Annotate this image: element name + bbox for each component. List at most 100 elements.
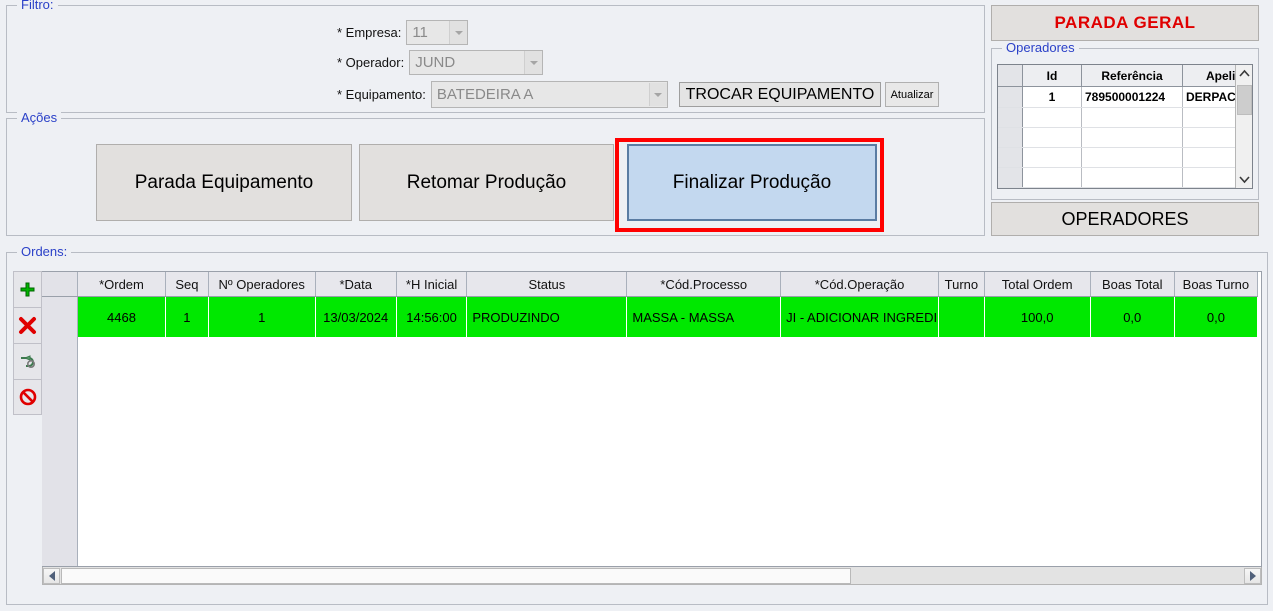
operadores-legend: Operadores: [1002, 41, 1079, 55]
operadores-blank-cell: [1022, 107, 1082, 128]
equipamento-field-row: * Equipamento: BATEDEIRA A: [337, 81, 668, 108]
chevron-down-icon[interactable]: [449, 21, 468, 44]
empty-rows-area: [42, 337, 1258, 566]
empty-cell: [1090, 337, 1175, 566]
operador-field-row: * Operador: JUND: [337, 50, 544, 75]
operadores-blank-cell: [1081, 127, 1183, 148]
cancel-row-icon[interactable]: [13, 379, 42, 415]
equipamento-label: * Equipamento:: [337, 87, 426, 102]
chevron-down-icon[interactable]: [648, 83, 667, 106]
finalizar-producao-button[interactable]: Finalizar Produção: [627, 144, 877, 221]
scroll-left-icon[interactable]: [43, 567, 60, 584]
parada-equipamento-button[interactable]: Parada Equipamento: [96, 144, 352, 221]
ordens-col-header-boas_turno[interactable]: Boas Turno: [1174, 272, 1259, 297]
acoes-legend: Ações: [17, 111, 62, 125]
ordens-tbody: 4468 1 1 13/03/2024 14:56:00 PRODUZINDO MASSA …: [42, 296, 1259, 566]
table-row[interactable]: 4468 1 1 13/03/2024 14:56:00 PRODUZINDO MASSA …: [42, 296, 1259, 337]
add-row-icon[interactable]: [13, 271, 42, 307]
empty-row-selector: [42, 337, 78, 566]
ordens-grid-area: *Ordem Seq Nº Operadores *Data *H Inicial Sta…: [13, 271, 1262, 597]
acoes-group: Ações Parada Equipamento Retomar Produçã…: [6, 111, 985, 236]
operadores-row-selector[interactable]: [998, 86, 1023, 108]
retomar-producao-button[interactable]: Retomar Produção: [359, 144, 614, 221]
cell-turno[interactable]: [938, 296, 985, 337]
operadores-blank-cell: [998, 127, 1023, 148]
scroll-right-icon[interactable]: [1244, 567, 1261, 584]
operadores-row-selector-header[interactable]: [998, 65, 1023, 87]
delete-row-icon[interactable]: [13, 307, 42, 343]
empresa-value: 11: [412, 24, 428, 41]
undo-row-icon[interactable]: [13, 343, 42, 379]
empty-cell: [77, 337, 166, 566]
ordens-row-selector-header[interactable]: [42, 272, 78, 297]
empty-cell: [938, 337, 985, 566]
operadores-blank-cell: [998, 147, 1023, 168]
cell-h_inicial[interactable]: 14:56:00: [396, 296, 468, 337]
ordens-col-header-total[interactable]: Total Ordem: [984, 272, 1091, 297]
operadores-button[interactable]: OPERADORES: [991, 202, 1259, 236]
empty-cell: [208, 337, 316, 566]
empresa-combo[interactable]: 11: [406, 20, 469, 45]
cell-cod_oper[interactable]: JI - ADICIONAR INGREDI: [780, 296, 940, 337]
operadores-scrollbar-thumb[interactable]: [1236, 85, 1252, 115]
cell-cod_proc[interactable]: MASSA - MASSA: [626, 296, 782, 337]
empty-cell: [780, 337, 939, 566]
operadores-thead: IdReferênciaApelido: [998, 65, 1235, 87]
operador-combo[interactable]: JUND: [409, 50, 544, 75]
cell-ordem[interactable]: 4468: [77, 296, 167, 337]
scrollbar-thumb[interactable]: [61, 567, 851, 584]
operadores-col-header-2[interactable]: Referência: [1081, 65, 1183, 87]
operadores-col-header-3[interactable]: Apelido: [1182, 65, 1235, 87]
empty-cell: [626, 337, 781, 566]
operadores-grid-container[interactable]: IdReferênciaApelido 1789500001224DERPAC: [997, 64, 1253, 189]
empty-cell: [315, 337, 397, 566]
operadores-group: Operadores IdReferênciaApelido 178950000…: [991, 41, 1259, 200]
cell-seq[interactable]: 1: [165, 296, 209, 337]
ordens-col-header-seq[interactable]: Seq: [165, 272, 209, 297]
empty-cell: [1174, 337, 1258, 566]
operadores-cell-referencia[interactable]: 789500001224: [1081, 86, 1183, 108]
operadores-blank-cell: [1022, 147, 1082, 168]
operadores-blank-cell: [998, 167, 1023, 188]
operadores-blank-row: [998, 127, 1235, 148]
ordens-col-header-turno[interactable]: Turno: [938, 272, 985, 297]
row-selector-cell[interactable]: [42, 296, 78, 337]
ordens-col-header-data[interactable]: *Data: [315, 272, 397, 297]
ordens-toolbar: [13, 271, 42, 567]
operadores-row[interactable]: 1 789500001224 DERPAC: [998, 86, 1235, 108]
operadores-vertical-scrollbar[interactable]: [1235, 65, 1252, 188]
ordens-col-header-ordem[interactable]: *Ordem: [77, 272, 167, 297]
operadores-col-header-1[interactable]: Id: [1022, 65, 1082, 87]
empty-cell: [165, 337, 209, 566]
filtro-group: Filtro: * Empresa: 11 * Operador: JUND *…: [6, 0, 985, 113]
scrollbar-track[interactable]: [851, 568, 1244, 584]
ordens-col-header-cod_oper[interactable]: *Cód.Operação: [780, 272, 940, 297]
scroll-down-icon[interactable]: [1235, 171, 1252, 188]
chevron-down-icon[interactable]: [524, 51, 543, 74]
cell-n_oper[interactable]: 1: [208, 296, 316, 337]
ordens-col-header-boas_total[interactable]: Boas Total: [1090, 272, 1175, 297]
ordens-col-header-n_oper[interactable]: Nº Operadores: [208, 272, 316, 297]
operadores-cell-id[interactable]: 1: [1022, 86, 1082, 108]
parada-geral-button[interactable]: PARADA GERAL: [991, 5, 1259, 41]
operadores-table-wrap: IdReferênciaApelido 1789500001224DERPAC: [998, 65, 1235, 188]
ordens-col-header-cod_proc[interactable]: *Cód.Processo: [626, 272, 782, 297]
operador-value: JUND: [415, 54, 456, 71]
empresa-label: * Empresa:: [337, 25, 402, 40]
ordens-table-container[interactable]: *Ordem Seq Nº Operadores *Data *H Inicial Sta…: [42, 271, 1262, 567]
ordens-col-header-status[interactable]: Status: [466, 272, 628, 297]
cell-boas_total[interactable]: 0,0: [1090, 296, 1175, 337]
cell-total[interactable]: 100,0: [984, 296, 1091, 337]
cell-boas_turno[interactable]: 0,0: [1174, 296, 1259, 337]
equipamento-combo[interactable]: BATEDEIRA A: [430, 81, 668, 108]
operadores-table: IdReferênciaApelido 1789500001224DERPAC: [998, 65, 1235, 188]
cell-status[interactable]: PRODUZINDO: [466, 296, 628, 337]
cell-data[interactable]: 13/03/2024: [315, 296, 397, 337]
filtro-legend: Filtro:: [17, 0, 58, 12]
atualizar-button[interactable]: Atualizar: [885, 82, 939, 107]
operadores-cell-apelido[interactable]: DERPAC: [1182, 86, 1235, 108]
scroll-up-icon[interactable]: [1235, 65, 1252, 82]
trocar-equipamento-button[interactable]: TROCAR EQUIPAMENTO: [679, 82, 881, 107]
ordens-horizontal-scrollbar[interactable]: [42, 567, 1262, 585]
ordens-col-header-h_inicial[interactable]: *H Inicial: [396, 272, 468, 297]
